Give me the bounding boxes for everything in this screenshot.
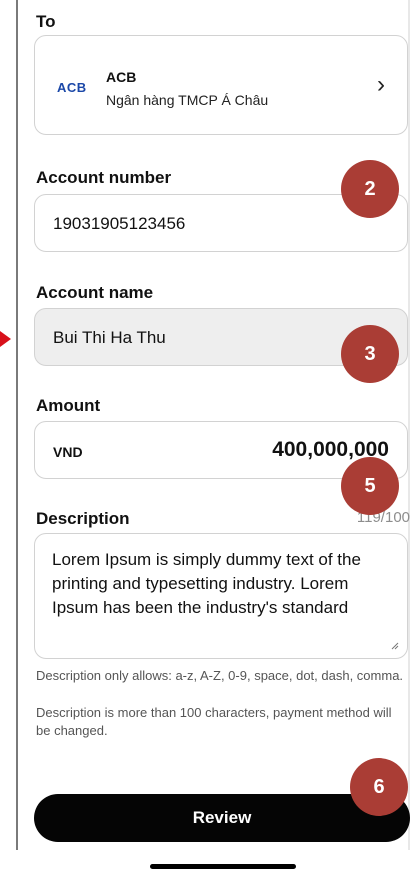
chevron-right-icon: › [377,71,385,98]
bank-selector[interactable]: ACB ACB Ngân hàng TMCP Á Châu › [34,35,408,135]
description-label: Description [36,509,130,528]
textarea-resize-icon[interactable] [391,642,399,650]
account-name-label: Account name [36,283,154,302]
transfer-form-screen: To ACB ACB Ngân hàng TMCP Á Châu › Accou… [0,0,410,874]
step-badge-2: 2 [341,160,399,218]
acb-logo: ACB [57,80,87,95]
home-indicator [150,864,296,869]
bank-name: Ngân hàng TMCP Á Châu [106,92,269,108]
step-badge-6: 6 [350,758,408,816]
device-left-edge [16,0,18,850]
to-label: To [36,12,56,31]
red-arrow-marker-icon [0,331,11,347]
description-textarea[interactable]: Lorem Ipsum is simply dummy text of the … [34,533,408,659]
step-badge-5: 5 [341,457,399,515]
description-allowed-characters-helper: Description only allows: a-z, A-Z, 0-9, … [36,668,404,683]
account-number-label: Account number [36,168,172,187]
description-text: Lorem Ipsum is simply dummy text of the … [52,550,361,618]
account-name-value: Bui Thi Ha Thu [53,328,166,347]
account-number-value: 19031905123456 [53,214,186,233]
step-badge-3: 3 [341,325,399,383]
description-length-warning: Description is more than 100 characters,… [36,705,392,738]
amount-label: Amount [36,396,101,415]
bank-code: ACB [106,69,137,85]
currency-label: VND [53,444,83,460]
